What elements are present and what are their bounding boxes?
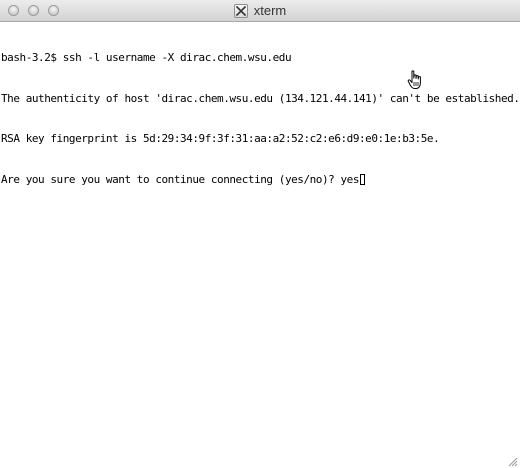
terminal-line: The authenticity of host 'dirac.chem.wsu…: [1, 91, 520, 105]
terminal-prompt-line[interactable]: Are you sure you want to continue connec…: [1, 173, 517, 187]
x11-icon: [233, 4, 248, 18]
terminal-line: bash-3.2$ ssh -l username -X dirac.chem.…: [1, 51, 292, 64]
text-cursor: [360, 173, 366, 185]
title-bar[interactable]: xterm: [0, 0, 520, 22]
window-title-group: xterm: [0, 3, 520, 19]
resize-grip-icon[interactable]: [506, 454, 518, 467]
terminal-line-text: Are you sure you want to continue connec…: [1, 172, 360, 186]
hand-pointer-icon: [407, 70, 425, 90]
terminal-line: RSA key fingerprint is 5d:29:34:9f:3f:31…: [1, 132, 440, 145]
xterm-window: xterm bash-3.2$ ssh -l username -X dirac…: [0, 0, 520, 468]
window-title: xterm: [253, 3, 287, 18]
terminal-output[interactable]: bash-3.2$ ssh -l username -X dirac.chem.…: [1, 24, 520, 454]
